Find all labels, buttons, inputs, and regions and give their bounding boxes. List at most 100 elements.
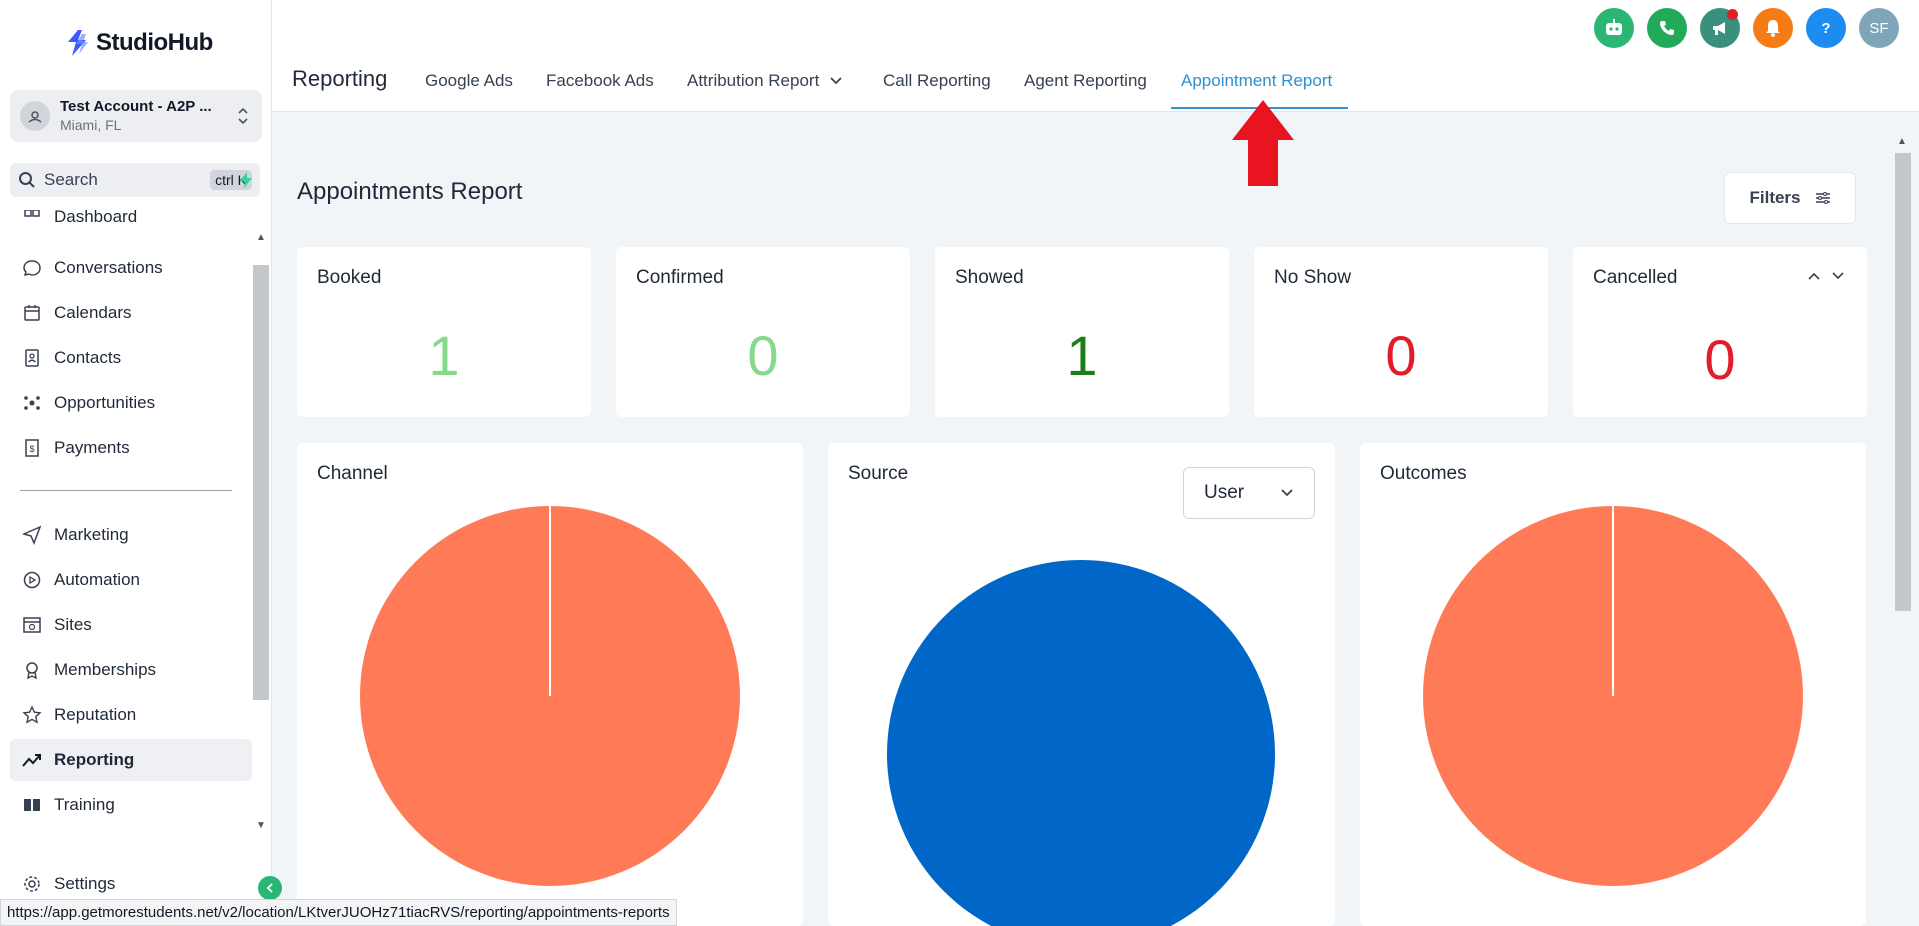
sidebar-item-label: Automation bbox=[54, 570, 140, 589]
quick-actions-bolt-icon[interactable] bbox=[232, 166, 260, 194]
avatar-initials: SF bbox=[1869, 19, 1889, 37]
robot-icon bbox=[1606, 19, 1622, 35]
megaphone-icon bbox=[1713, 22, 1725, 35]
sidebar-item-label: Memberships bbox=[54, 660, 157, 679]
stat-value: 0 bbox=[747, 324, 779, 387]
main-scroll-thumb[interactable] bbox=[1895, 153, 1911, 611]
sidebar-item-label: Reputation bbox=[54, 705, 137, 724]
tab-call-reporting[interactable]: Call Reporting bbox=[883, 71, 991, 91]
chevron-down-icon bbox=[830, 77, 842, 85]
chevron-updown-icon bbox=[238, 107, 248, 125]
sidebar-item-reputation[interactable]: Reputation bbox=[10, 694, 252, 736]
tab-google-ads[interactable]: Google Ads bbox=[425, 71, 513, 91]
user-avatar[interactable]: SF bbox=[1859, 8, 1899, 48]
studiohub-logo-icon bbox=[68, 30, 88, 56]
chevron-down-icon[interactable] bbox=[1831, 271, 1845, 281]
calendar-icon bbox=[20, 301, 44, 325]
logo-text: StudioHub bbox=[96, 29, 213, 56]
payments-icon: $ bbox=[20, 436, 44, 460]
sidebar-item-training[interactable]: Training bbox=[10, 784, 252, 826]
scroll-up-icon[interactable]: ▲ bbox=[1897, 136, 1907, 147]
tab-facebook-ads[interactable]: Facebook Ads bbox=[546, 71, 654, 91]
filters-button[interactable]: Filters bbox=[1724, 172, 1856, 224]
tab-appointment-report[interactable]: Appointment Report bbox=[1181, 71, 1332, 91]
sidebar-divider bbox=[20, 490, 232, 491]
sidebar-item-label: Sites bbox=[54, 615, 92, 634]
sidebar-item-sites[interactable]: Sites bbox=[10, 604, 252, 646]
svg-text:$: $ bbox=[29, 444, 34, 454]
account-name: Test Account - A2P ... bbox=[60, 98, 212, 115]
announcements-button[interactable] bbox=[1700, 8, 1740, 48]
outcomes-panel: Outcomes bbox=[1360, 443, 1866, 926]
stat-label: Booked bbox=[317, 267, 382, 288]
stat-label: No Show bbox=[1274, 267, 1352, 288]
sidebar-item-label: Opportunities bbox=[54, 393, 156, 412]
sidebar-item-settings[interactable]: Settings bbox=[20, 872, 115, 896]
phone-button[interactable] bbox=[1647, 8, 1687, 48]
sidebar-item-payments[interactable]: $ Payments bbox=[10, 427, 252, 469]
stat-card-booked: Booked 1 bbox=[297, 247, 591, 417]
tab-label: Attribution Report bbox=[687, 71, 820, 90]
sidebar-item-label: Conversations bbox=[54, 258, 163, 277]
source-panel: Source User bbox=[828, 443, 1335, 926]
header-actions: ? SF bbox=[1594, 8, 1899, 48]
trend-icon bbox=[20, 748, 44, 772]
star-icon bbox=[20, 703, 44, 727]
sidebar-item-conversations[interactable]: Conversations bbox=[10, 247, 252, 289]
sidebar-item-label: Payments bbox=[54, 438, 130, 457]
sidebar-item-label: Training bbox=[54, 795, 115, 814]
notifications-button[interactable] bbox=[1753, 8, 1793, 48]
ai-bot-button[interactable] bbox=[1594, 8, 1634, 48]
settings-label: Settings bbox=[54, 874, 116, 893]
sidebar-nav: Dashboard Conversations Calendars Contac… bbox=[0, 210, 255, 840]
tab-attribution-report[interactable]: Attribution Report bbox=[687, 71, 843, 91]
stat-label: Cancelled bbox=[1593, 267, 1678, 288]
gear-icon bbox=[20, 872, 44, 896]
sidebar-item-opportunities[interactable]: Opportunities bbox=[10, 382, 252, 424]
notification-dot bbox=[1727, 9, 1738, 20]
scroll-up-icon[interactable]: ▲ bbox=[254, 232, 268, 246]
sidebar-item-automation[interactable]: Automation bbox=[10, 559, 252, 601]
contacts-icon bbox=[20, 346, 44, 370]
filters-label: Filters bbox=[1749, 188, 1801, 207]
tab-agent-reporting[interactable]: Agent Reporting bbox=[1024, 71, 1147, 91]
stat-label: Showed bbox=[955, 267, 1024, 288]
automation-icon bbox=[20, 568, 44, 592]
sidebar-item-label: Calendars bbox=[54, 303, 132, 322]
account-location: Miami, FL bbox=[60, 117, 122, 133]
sidebar-item-reporting[interactable]: Reporting bbox=[10, 739, 252, 781]
page-section-title: Reporting bbox=[292, 66, 388, 91]
link-preview-status-bar: https://app.getmorestudents.net/v2/locat… bbox=[0, 899, 677, 926]
stat-card-cancelled: Cancelled 0 bbox=[1573, 247, 1867, 417]
sidebar-scroll-thumb[interactable] bbox=[253, 265, 269, 700]
sidebar-item-memberships[interactable]: Memberships bbox=[10, 649, 252, 691]
sidebar-item-calendars[interactable]: Calendars bbox=[10, 292, 252, 334]
source-pie-chart[interactable] bbox=[828, 443, 1335, 926]
sliders-icon bbox=[1815, 192, 1830, 204]
channel-pie-chart[interactable] bbox=[297, 443, 803, 926]
search-icon bbox=[19, 172, 35, 188]
memberships-icon bbox=[20, 658, 44, 682]
scroll-down-icon[interactable]: ▼ bbox=[254, 820, 268, 834]
outcomes-pie-chart[interactable] bbox=[1360, 443, 1866, 926]
account-switcher[interactable]: Test Account - A2P ... Miami, FL bbox=[10, 90, 262, 142]
sidebar-item-marketing[interactable]: Marketing bbox=[10, 514, 252, 556]
stat-value: 1 bbox=[1066, 324, 1098, 387]
search-label: Search bbox=[44, 170, 98, 189]
stat-label: Confirmed bbox=[636, 267, 724, 288]
sidebar-item-label: Dashboard bbox=[54, 210, 138, 226]
dashboard-icon bbox=[20, 210, 44, 229]
stat-value: 1 bbox=[428, 324, 460, 387]
send-icon bbox=[20, 523, 44, 547]
chevron-up-icon[interactable] bbox=[1807, 271, 1821, 281]
sidebar-item-dashboard[interactable]: Dashboard bbox=[10, 210, 252, 238]
app-logo[interactable]: StudioHub bbox=[64, 28, 213, 58]
search-input[interactable]: Search ctrl K bbox=[10, 163, 260, 197]
sites-icon bbox=[20, 613, 44, 637]
phone-icon bbox=[1660, 21, 1674, 35]
sidebar-item-label: Marketing bbox=[54, 525, 129, 544]
help-button[interactable]: ? bbox=[1806, 8, 1846, 48]
channel-panel: Channel bbox=[297, 443, 803, 926]
sidebar-item-contacts[interactable]: Contacts bbox=[10, 337, 252, 379]
stat-card-showed: Showed 1 bbox=[935, 247, 1229, 417]
